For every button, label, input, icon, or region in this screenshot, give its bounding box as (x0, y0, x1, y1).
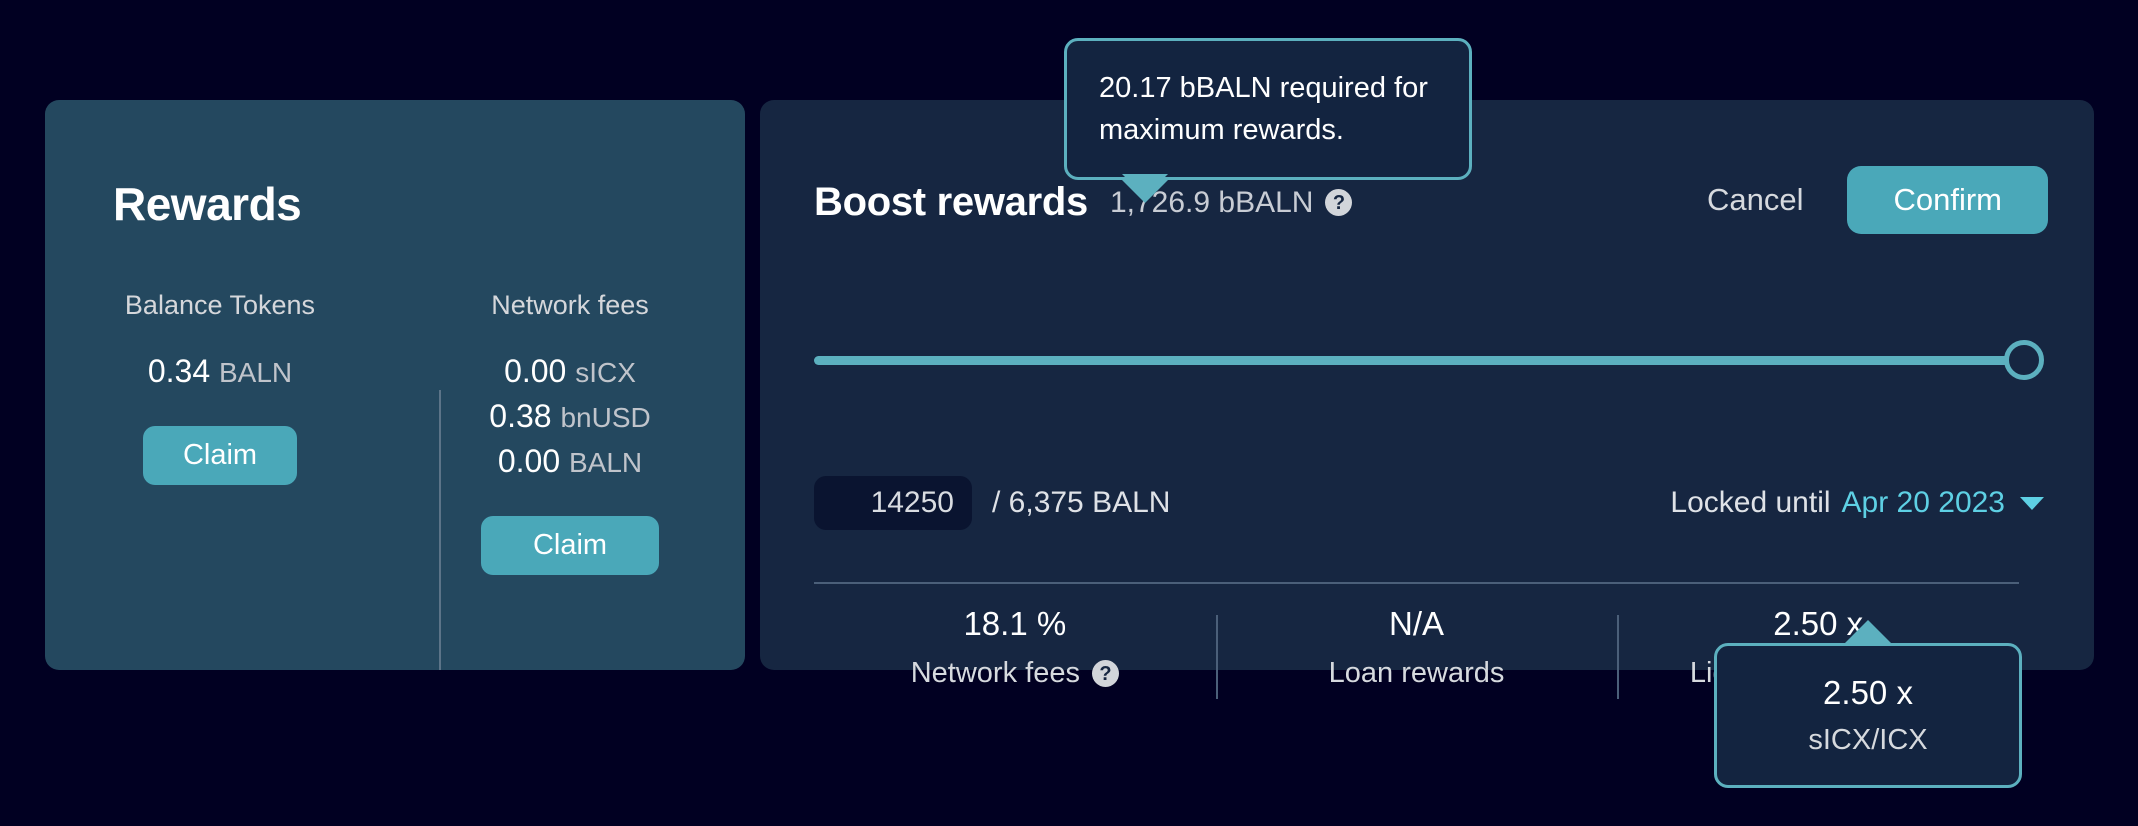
reward-line: 0.34 BALN (148, 353, 292, 390)
stat-label-text: Loan rewards (1328, 657, 1505, 689)
confirm-button[interactable]: Confirm (1847, 166, 2048, 234)
liquidity-multiplier-tooltip: 2.50 x sICX/ICX (1714, 620, 2022, 788)
reward-unit: BALN (569, 447, 643, 478)
stat-label: Loan rewards (1329, 657, 1505, 690)
reward-line: 0.00 sICX (504, 353, 636, 390)
locked-until-label: Locked until (1670, 486, 1831, 519)
stat-value: N/A (1389, 605, 1445, 642)
rewards-column-network-fees: Network fees 0.00 sICX 0.38 bnUSD 0.00 B… (395, 290, 745, 575)
reward-unit: BALN (219, 357, 293, 388)
boost-rewards-panel: Boost rewards 1,726.9 bBALN ? Cancel Con… (760, 100, 2094, 699)
locked-until-selector[interactable]: Locked until Apr 20 2023 (1670, 486, 2044, 520)
amount-row: / 6,375 BALN Locked until Apr 20 2023 (814, 476, 2044, 530)
chevron-down-icon[interactable] (2020, 496, 2044, 510)
stats-divider (814, 582, 2019, 584)
rewards-column-balance-tokens: Balance Tokens 0.34 BALN Claim (45, 290, 395, 575)
stat-label: Network fees ? (911, 657, 1119, 690)
reward-line: 0.38 bnUSD (489, 398, 650, 435)
reward-value: 0.00 (497, 443, 561, 479)
stat-label-text: Network fees (910, 657, 1080, 689)
slider-track[interactable] (814, 356, 2022, 365)
reward-value: 0.34 (147, 353, 211, 389)
locked-until-date: Apr 20 2023 (1841, 486, 2005, 519)
app-root: Rewards Balance Tokens 0.34 BALN Claim N… (0, 0, 2138, 826)
reward-unit: sICX (575, 357, 636, 388)
reward-value: 0.38 (489, 398, 552, 434)
reward-line: 0.00 BALN (498, 443, 642, 480)
tooltip-text: 20.17 bBALN required for maximum rewards… (1099, 72, 1428, 147)
tooltip-arrow-inner-icon (1122, 174, 1168, 198)
slider-handle[interactable] (2004, 340, 2044, 380)
tooltip-label: sICX/ICX (1808, 724, 1928, 756)
claim-network-fees-button[interactable]: Claim (480, 516, 660, 575)
reward-value: 0.00 (504, 353, 567, 389)
boost-amount-help-icon[interactable]: ? (1325, 189, 1353, 216)
network-fees-help-icon[interactable]: ? (1091, 660, 1119, 687)
cancel-button[interactable]: Cancel (1707, 182, 1804, 218)
boost-slider[interactable] (814, 340, 2044, 380)
stat-value: 18.1 % (963, 605, 1067, 642)
page-title: Rewards (113, 178, 302, 230)
rewards-columns: Balance Tokens 0.34 BALN Claim Network f… (45, 290, 745, 575)
boost-title: Boost rewards (814, 180, 1088, 224)
boost-amount-total: / 6,375 BALN (992, 486, 1171, 519)
header-actions: Cancel Confirm (1707, 166, 2048, 234)
tooltip-value: 2.50 x (1823, 674, 1913, 711)
stat-loan-rewards: N/A Loan rewards (1215, 605, 1618, 699)
rewards-column-heading: Network fees (491, 290, 649, 320)
reward-unit: bnUSD (560, 402, 651, 433)
rewards-panel: Rewards Balance Tokens 0.34 BALN Claim N… (45, 100, 745, 670)
claim-balance-tokens-button[interactable]: Claim (142, 426, 298, 485)
tooltip-arrow-icon (1842, 620, 1894, 646)
rewards-column-heading: Balance Tokens (124, 290, 316, 320)
bbaln-required-tooltip: 20.17 bBALN required for maximum rewards… (1064, 38, 1472, 204)
boost-amount-input[interactable] (814, 476, 972, 530)
boost-header: Boost rewards 1,726.9 bBALN ? (814, 180, 1353, 225)
stat-network-fees: 18.1 % Network fees ? (814, 605, 1216, 690)
